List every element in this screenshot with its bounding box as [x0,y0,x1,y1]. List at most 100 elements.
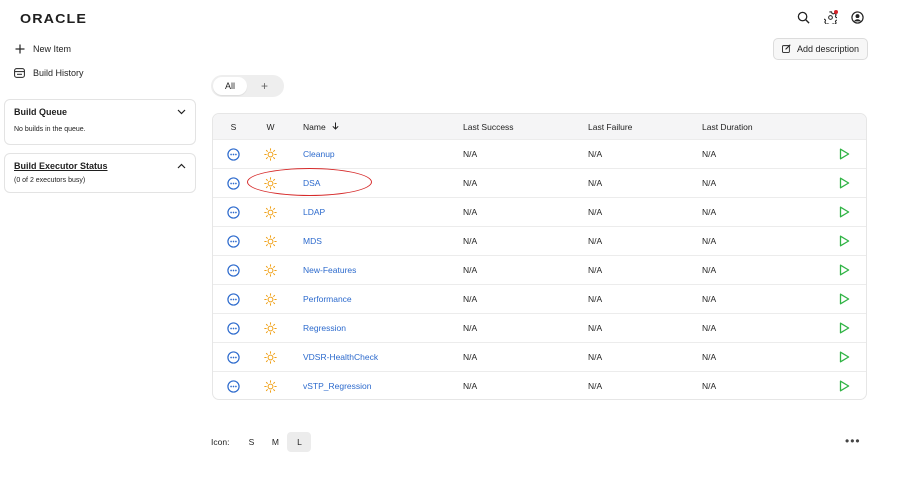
col-weather-header[interactable]: W [254,122,287,132]
new-item-link[interactable]: New Item [14,43,71,54]
oracle-logo[interactable]: ORACLE [20,11,87,26]
job-link[interactable]: DSA [303,178,320,188]
new-item-label: New Item [33,43,72,54]
table-row: Cleanup N/A N/A N/A [213,139,866,168]
col-last-duration-header[interactable]: Last Duration [702,122,822,132]
run-build-icon[interactable] [822,380,866,392]
status-icon[interactable] [213,350,254,364]
status-icon[interactable] [213,234,254,248]
sort-down-icon [330,122,339,132]
col-name-label: Name [303,121,326,132]
col-last-success-header[interactable]: Last Success [463,122,588,132]
last-failure-cell: N/A [588,352,603,362]
status-icon[interactable] [213,176,254,190]
col-name-header[interactable]: Name [287,122,463,132]
sun-icon[interactable] [254,292,287,306]
run-build-icon[interactable] [822,322,866,334]
last-failure-cell: N/A [588,323,603,333]
table-body: Cleanup N/A N/A N/A DSA N/A N/A N/A LDAP N/A N/A N/… [213,139,866,399]
sun-icon[interactable] [254,379,287,393]
last-success-cell: N/A [463,265,478,275]
status-icon[interactable] [213,321,254,335]
table-row: MDS N/A N/A N/A [213,226,866,255]
last-failure-cell: N/A [588,207,603,217]
last-duration-cell: N/A [702,236,717,246]
job-link[interactable]: vSTP_Regression [303,381,372,391]
last-success-cell: N/A [463,323,478,333]
last-duration-cell: N/A [702,352,717,362]
last-success-cell: N/A [463,178,478,188]
gear-icon[interactable] [823,10,838,25]
tab-all[interactable]: All [213,77,247,95]
sun-icon[interactable] [254,205,287,219]
status-icon[interactable] [213,147,254,161]
sun-icon[interactable] [254,321,287,335]
icon-size-s[interactable]: S [239,432,263,452]
executor-status-title[interactable]: Build Executor Status [14,161,108,171]
search-icon[interactable] [796,10,811,25]
add-description-label: Add description [796,44,860,54]
add-view-button[interactable]: + [247,79,282,93]
job-link[interactable]: Regression [303,323,346,333]
sun-icon[interactable] [254,263,287,277]
sun-icon[interactable] [254,234,287,248]
sun-icon[interactable] [254,176,287,190]
job-link[interactable]: VDSR-HealthCheck [303,352,378,362]
sun-icon[interactable] [254,147,287,161]
job-link[interactable]: New-Features [303,265,356,275]
executor-status-text: (0 of 2 executors busy) [14,177,86,184]
icon-size-m[interactable]: M [263,432,287,452]
job-link[interactable]: MDS [303,236,322,246]
last-failure-cell: N/A [588,178,603,188]
chevron-up-icon[interactable] [177,161,186,171]
job-link[interactable]: Cleanup [303,149,335,159]
view-tabs: All + [211,75,284,97]
status-icon[interactable] [213,205,254,219]
last-duration-cell: N/A [702,381,717,391]
run-build-icon[interactable] [822,264,866,276]
status-icon[interactable] [213,379,254,393]
last-duration-cell: N/A [702,178,717,188]
build-queue-text: No builds in the queue. [14,126,86,133]
build-history-link[interactable]: Build History [14,67,84,78]
job-link[interactable]: LDAP [303,207,325,217]
icon-size-selector: Icon: S M L [211,432,312,452]
sun-icon[interactable] [254,350,287,364]
notification-dot [834,10,838,14]
last-success-cell: N/A [463,294,478,304]
job-link[interactable]: Performance [303,294,352,304]
table-row: Regression N/A N/A N/A [213,313,866,342]
col-last-failure-header[interactable]: Last Failure [588,122,702,132]
table-row: VDSR-HealthCheck N/A N/A N/A [213,342,866,371]
build-queue-title[interactable]: Build Queue [14,107,67,117]
add-description-button[interactable]: Add description [773,38,868,60]
status-icon[interactable] [213,292,254,306]
run-build-icon[interactable] [822,206,866,218]
status-icon[interactable] [213,263,254,277]
table-header: S W Name Last Success Last Failure Last … [213,114,866,139]
plus-icon [14,43,25,54]
run-build-icon[interactable] [822,351,866,363]
build-queue-panel: Build Queue No builds in the queue. [4,99,196,145]
executor-status-panel: Build Executor Status (0 of 2 executors … [4,153,196,193]
icon-size-l[interactable]: L [287,432,312,452]
chevron-down-icon[interactable] [177,107,186,117]
last-duration-cell: N/A [702,294,717,304]
build-history-label: Build History [33,67,84,78]
col-status-header[interactable]: S [213,122,254,132]
run-build-icon[interactable] [822,293,866,305]
run-build-icon[interactable] [822,235,866,247]
last-success-cell: N/A [463,207,478,217]
last-duration-cell: N/A [702,207,717,217]
run-build-icon[interactable] [822,148,866,160]
header-actions [796,10,865,25]
last-failure-cell: N/A [588,265,603,275]
last-duration-cell: N/A [702,323,717,333]
last-success-cell: N/A [463,236,478,246]
edit-icon [782,43,791,55]
user-icon[interactable] [850,10,865,25]
last-success-cell: N/A [463,381,478,391]
table-row: New-Features N/A N/A N/A [213,255,866,284]
run-build-icon[interactable] [822,177,866,189]
more-options-icon[interactable]: ••• [845,434,861,448]
